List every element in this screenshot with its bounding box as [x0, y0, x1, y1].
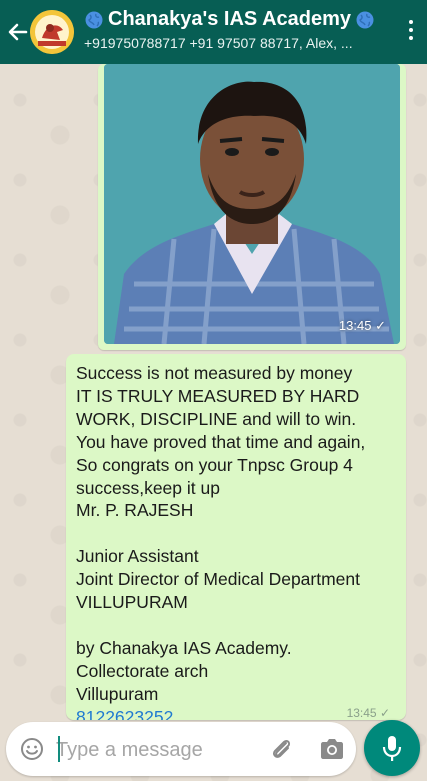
arrow-left-icon [8, 23, 28, 41]
text-cursor [58, 736, 60, 762]
message-line: IT IS TRULY MEASURED BY HARD [76, 385, 360, 406]
message-line: You have proved that time and again, [76, 431, 366, 452]
image-message-bubble[interactable]: 13:45 ✓ [98, 64, 406, 350]
microphone-icon [382, 736, 402, 761]
message-line: Success is not measured by money [76, 363, 353, 383]
globe-icon [85, 11, 103, 28]
message-line: Joint Director of Medical Department [76, 569, 360, 590]
message-composer [6, 722, 356, 776]
message-line: by Chanakya IAS Academy. [76, 637, 292, 658]
camera-button[interactable] [318, 736, 346, 762]
text-message-bubble[interactable]: Success is not measured by money IT IS TR… [66, 354, 406, 720]
message-line: Junior Assistant [76, 546, 199, 567]
emoji-button[interactable] [20, 737, 44, 761]
message-line: VILLUPURAM [76, 592, 188, 613]
message-line: So congrats on your Tnpsc Group 4 [76, 454, 353, 475]
participants-subtitle: +919750788717 +91 97507 88717, Alex, ... [84, 35, 353, 51]
message-text: Success is not measured by money IT IS TR… [76, 362, 402, 720]
chat-title-area[interactable]: Chanakya's IAS Academy +919750788717 +91… [84, 8, 384, 51]
chat-title-text: Chanakya's IAS Academy [108, 8, 352, 30]
message-line: Collectorate arch [76, 660, 209, 681]
globe-icon [356, 11, 374, 28]
more-vert-icon [409, 20, 413, 24]
portrait-photo-icon [104, 64, 400, 344]
message-photo[interactable]: 13:45 ✓ [104, 64, 400, 344]
group-avatar[interactable] [30, 10, 74, 54]
message-input[interactable] [54, 732, 258, 768]
check-icon: ✓ [375, 318, 386, 333]
check-icon: ✓ [379, 706, 390, 720]
message-line [76, 522, 402, 545]
smiley-icon [21, 738, 43, 760]
message-line: success,keep it up [76, 477, 220, 498]
voice-record-button[interactable] [364, 720, 420, 776]
message-line: Villupuram [76, 683, 159, 704]
back-button[interactable] [6, 18, 30, 46]
camera-icon [321, 739, 343, 759]
more-options-button[interactable] [405, 20, 417, 46]
message-line: Mr. P. RAJESH [76, 500, 194, 521]
academy-logo-icon [30, 10, 74, 54]
message-line: WORK, DISCIPLINE and will to win. [76, 408, 357, 429]
chat-title: Chanakya's IAS Academy [84, 8, 384, 31]
chat-header: Chanakya's IAS Academy +919750788717 +91… [0, 0, 427, 64]
image-timestamp: 13:45 ✓ [338, 318, 386, 333]
message-timestamp: 13:45 ✓ [346, 706, 390, 720]
attach-button[interactable] [268, 735, 296, 763]
paperclip-icon [272, 739, 291, 758]
message-line [76, 614, 402, 637]
